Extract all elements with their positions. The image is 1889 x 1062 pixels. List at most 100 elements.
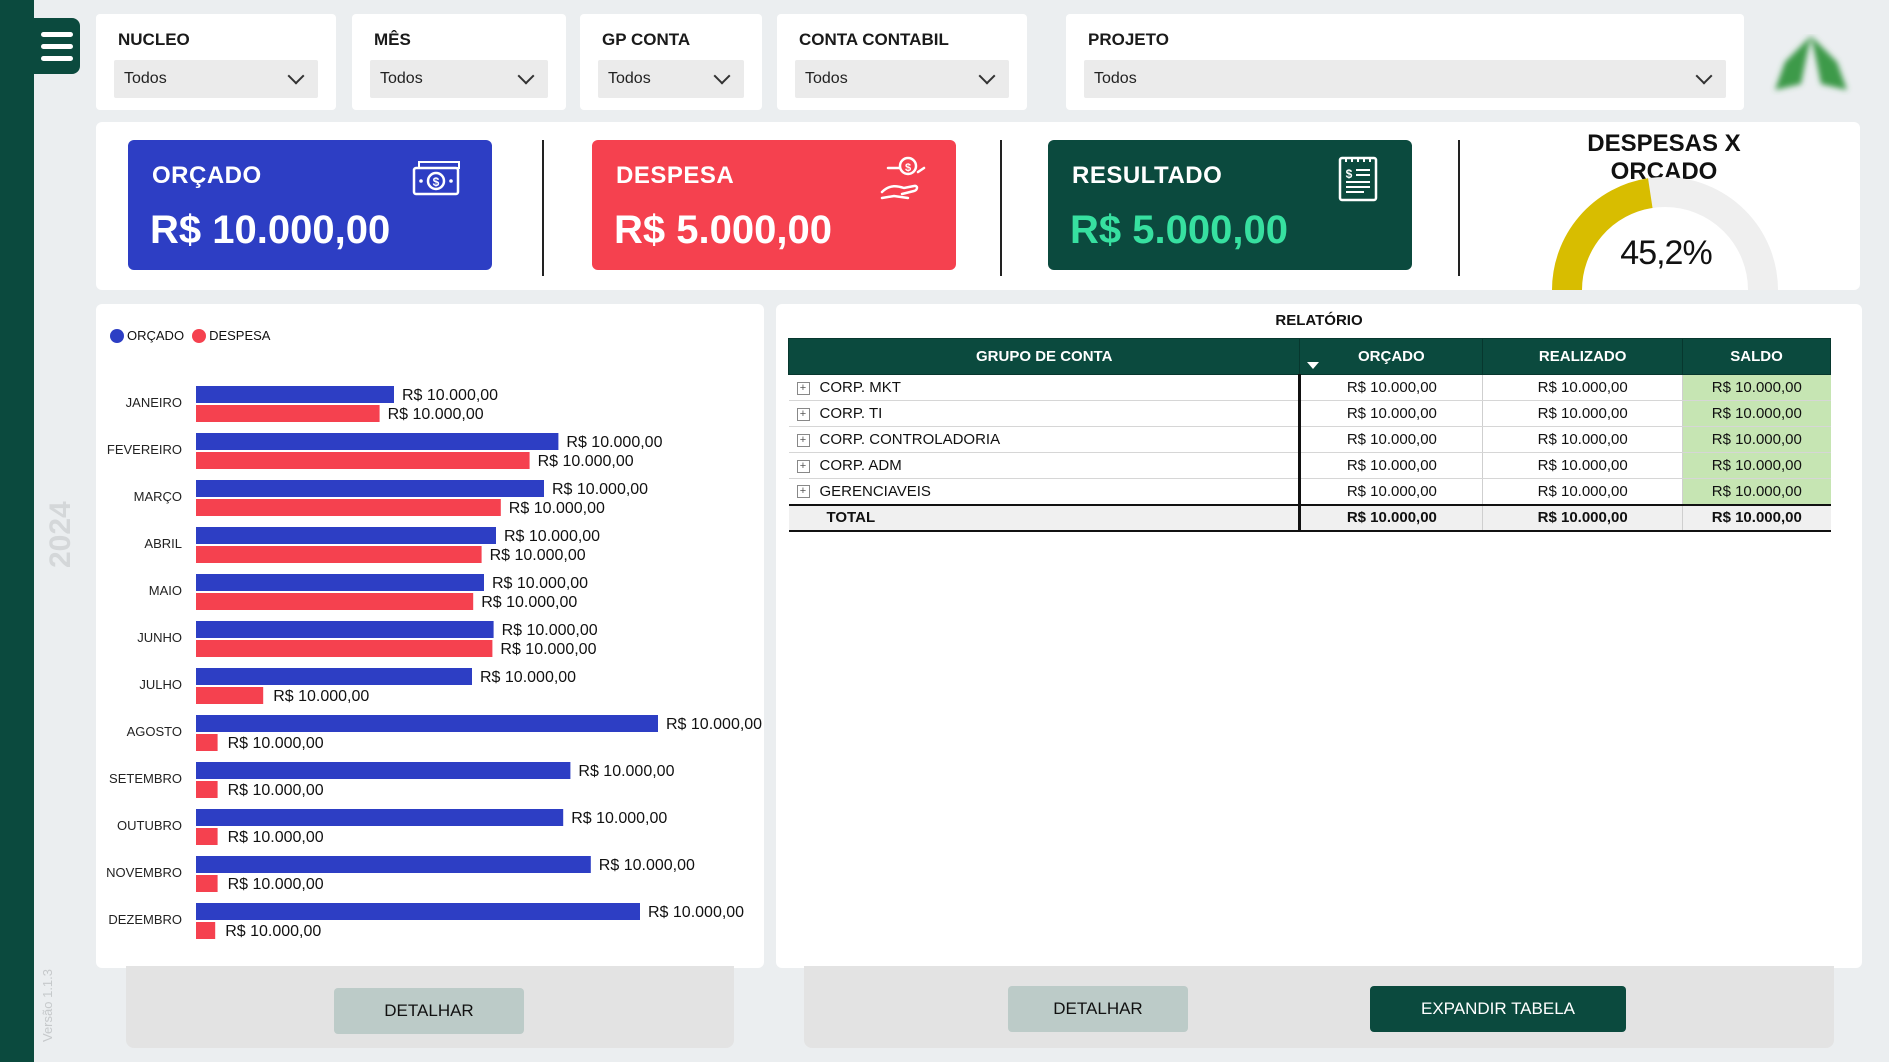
data-label: R$ 10.000,00 [502,622,598,639]
data-label: R$ 10.000,00 [666,716,762,733]
data-label: R$ 10.000,00 [481,594,577,611]
category-label: FEVEREIRO [107,442,182,457]
svg-text:$: $ [433,175,440,189]
cell-realizado: R$ 10.000,00 [1482,503,1684,532]
expand-row-icon[interactable]: + [796,407,810,421]
expand-row-icon[interactable]: + [796,433,810,447]
data-label: R$ 10.000,00 [509,500,605,517]
category-label: MAIO [149,583,182,598]
projeto-dropdown[interactable]: Todos [1084,60,1726,98]
cell-realizado: R$ 10.000,00 [1482,452,1684,479]
cell-saldo: R$ 10.000,00 [1682,478,1831,505]
data-label: R$ 10.000,00 [599,857,695,874]
data-label: R$ 10.000,00 [273,688,369,705]
sort-descending-icon[interactable] [1307,362,1319,369]
category-label: SETEMBRO [109,771,182,786]
bar-orçado [196,386,394,403]
hamburger-menu-icon[interactable] [34,18,80,74]
data-label: R$ 10.000,00 [566,434,662,451]
divider [542,140,544,276]
gp-conta-dropdown[interactable]: Todos [598,60,744,98]
cell-saldo: R$ 10.000,00 [1682,426,1831,453]
cell-realizado: R$ 10.000,00 [1482,400,1684,427]
kpi-label: RESULTADO [1072,162,1223,189]
bar-despesa [196,734,218,751]
hand-coin-icon: $ [880,156,926,200]
expand-row-icon[interactable]: + [796,381,810,395]
svg-text:$: $ [1346,167,1353,181]
cell-grupo: + CORP. ADM [788,452,1302,479]
company-logo [1775,36,1847,90]
expand-row-icon[interactable]: + [796,485,810,499]
cell-realizado: R$ 10.000,00 [1482,374,1684,401]
chart-panel: ORÇADO DESPESA JANEIRO R$ 10.000,00 R$ 10.… [96,304,764,968]
table-row[interactable]: + CORP. TI R$ 10.000,00 R$ 10.000,00 R$ 10.0… [788,400,1831,427]
grupo-label: GERENCIAVEIS [819,482,931,500]
bar-despesa [196,828,218,845]
filter-conta-contabil: CONTA CONTABIL Todos [777,14,1027,110]
column-header-orcado[interactable]: ORÇADO [1299,338,1484,375]
data-label: R$ 10.000,00 [228,829,324,846]
category-label: MARÇO [134,489,182,504]
bar-orçado [196,668,472,685]
expand-row-icon[interactable]: + [796,459,810,473]
chevron-down-icon [978,67,996,85]
year-label: 2024 [44,501,77,568]
version-label: Versão 1.1.3 [40,969,55,1042]
cell-orcado: R$ 10.000,00 [1299,478,1484,505]
bar-orçado [196,433,559,450]
chevron-down-icon [517,67,535,85]
kpi-orcado-card: ORÇADO R$ 10.000,00 $ [128,140,492,270]
nucleo-dropdown[interactable]: Todos [114,60,318,98]
bar-despesa [196,640,493,657]
cell-grupo: + CORP. CONTROLADORIA [788,426,1302,453]
data-label: R$ 10.000,00 [500,641,596,658]
cell-orcado: R$ 10.000,00 [1299,503,1484,532]
kpi-value: R$ 5.000,00 [1070,208,1288,252]
grupo-label: CORP. ADM [819,457,902,474]
grupo-label: CORP. CONTROLADORIA [819,431,1001,448]
data-label: R$ 10.000,00 [552,481,648,498]
expandir-tabela-button[interactable]: EXPANDIR TABELA [1370,986,1626,1032]
data-label: R$ 10.000,00 [225,923,321,940]
table-button-area: DETALHAR EXPANDIR TABELA [804,966,1834,1048]
column-header-realizado[interactable]: REALIZADO [1482,338,1684,375]
column-header-grupo[interactable]: GRUPO DE CONTA [787,338,1301,375]
detalhar-chart-button[interactable]: DETALHAR [334,988,524,1034]
detalhar-table-button[interactable]: DETALHAR [1008,986,1188,1032]
table-row[interactable]: + CORP. ADM R$ 10.000,00 R$ 10.000,00 R$ 10.… [788,452,1831,479]
filter-label: GP CONTA [602,30,691,49]
data-label: R$ 10.000,00 [402,387,498,404]
column-header-saldo[interactable]: SALDO [1682,338,1831,375]
bar-orçado [196,809,564,826]
grupo-label: CORP. MKT [819,379,901,396]
table-row[interactable]: + CORP. MKT R$ 10.000,00 R$ 10.000,00 R$ 10.… [788,374,1831,401]
data-label: R$ 10.000,00 [490,547,586,564]
sidebar [0,0,34,1062]
bar-orçado [196,480,544,497]
bar-orçado [196,527,496,544]
filter-gp-conta: GP CONTA Todos [580,14,762,110]
kpi-label: ORÇADO [152,162,262,189]
table-row[interactable]: + GERENCIAVEIS R$ 10.000,00 R$ 10.000,00 R$ … [788,478,1831,505]
bar-orçado [196,574,484,591]
cell-grupo: + CORP. TI [788,400,1302,427]
report-panel: RELATÓRIO GRUPO DE CONTA ORÇADO REALIZAD… [776,304,1862,968]
cell-saldo: R$ 10.000,00 [1682,452,1831,479]
table-row[interactable]: + CORP. CONTROLADORIA R$ 10.000,00 R$ 10.00… [788,426,1831,453]
invoice-icon: $ [1338,156,1378,202]
data-label: R$ 10.000,00 [648,904,744,921]
divider [1000,140,1002,276]
category-label: JUNHO [137,630,182,645]
dropdown-value: Todos [380,70,423,87]
chart-button-area: DETALHAR [126,966,734,1048]
bar-orçado [196,903,640,920]
filter-label: CONTA CONTABIL [799,30,949,49]
chevron-down-icon [713,67,731,85]
dropdown-value: Todos [805,70,848,87]
bar-despesa [196,546,482,563]
conta-contabil-dropdown[interactable]: Todos [795,60,1009,98]
chevron-down-icon [1695,67,1713,85]
cell-orcado: R$ 10.000,00 [1299,374,1484,401]
mes-dropdown[interactable]: Todos [370,60,548,98]
